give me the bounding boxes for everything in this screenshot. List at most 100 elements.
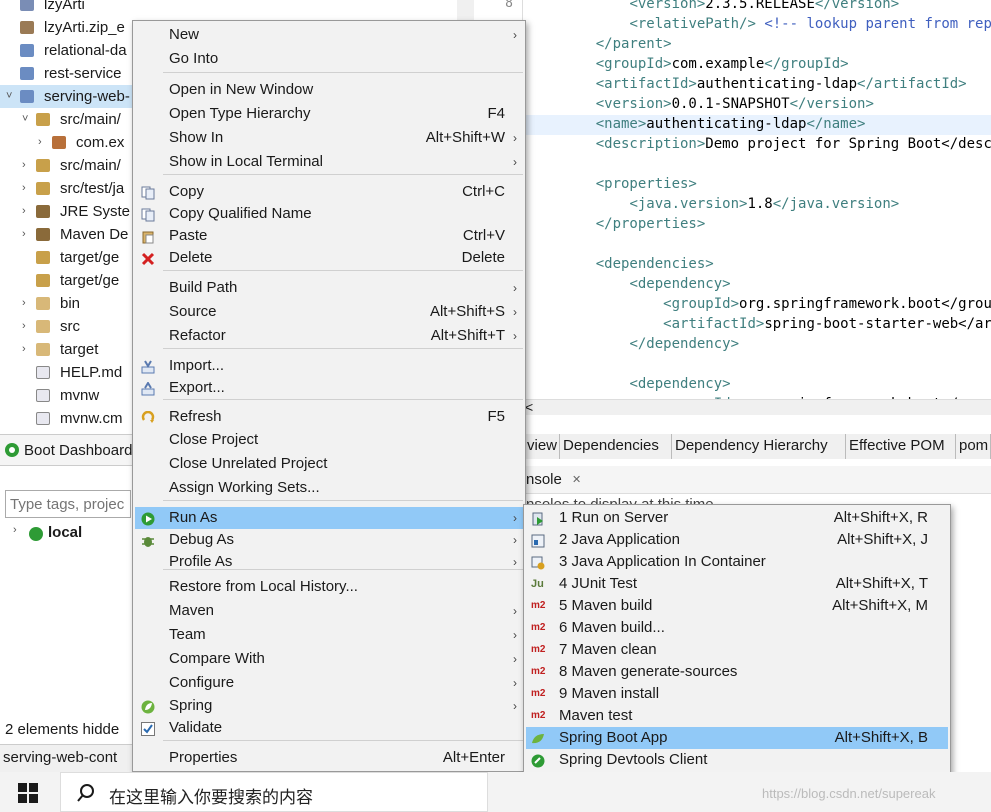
menu-item-close-project[interactable]: Close Project: [135, 429, 523, 451]
menu-item-close-unrelated-project[interactable]: Close Unrelated Project: [135, 453, 523, 475]
chevron-right-icon[interactable]: ›: [22, 223, 32, 246]
menu-item-label: Close Unrelated Project: [169, 455, 328, 472]
code-line[interactable]: <groupId>org.springframework.boot</group: [562, 294, 991, 314]
menu-item-delete[interactable]: Delete Delete: [135, 247, 523, 269]
tab-pom-xml[interactable]: pom: [956, 434, 991, 459]
submenu-item-shortcut: Alt+Shift+X, T: [835, 575, 928, 592]
code-line[interactable]: <java.version>1.8</java.version>: [562, 194, 899, 214]
submenu-item-9-maven-install[interactable]: m2 9 Maven install: [526, 683, 948, 705]
submenu-item-7-maven-clean[interactable]: m2 7 Maven clean: [526, 639, 948, 661]
editor-hscrollbar[interactable]: <: [495, 399, 991, 415]
tab-effective-pom[interactable]: Effective POM: [846, 434, 956, 459]
local-target-label[interactable]: local: [48, 524, 82, 541]
code-line[interactable]: </dependency>: [562, 334, 739, 354]
menu-item-copy-qualified-name[interactable]: Copy Qualified Name: [135, 203, 523, 225]
menu-item-refactor[interactable]: Refactor Alt+Shift+T ›: [135, 325, 523, 347]
menu-item-profile-as[interactable]: Profile As ›: [135, 551, 523, 573]
submenu-item-label: 3 Java Application In Container: [559, 553, 766, 570]
code-line[interactable]: </parent>: [562, 34, 672, 54]
menu-item-go-into[interactable]: Go Into: [135, 48, 523, 70]
tags-filter-input[interactable]: [5, 490, 131, 518]
code-line[interactable]: <groupId>com.example</groupId>: [562, 54, 849, 74]
code-line[interactable]: <description>Demo project for Spring Boo…: [562, 134, 991, 154]
menu-item-label: Debug As: [169, 531, 235, 548]
taskbar-search-box[interactable]: 在这里输入你要搜索的内容: [60, 772, 488, 812]
menu-item-run-as[interactable]: Run As ›: [135, 507, 523, 529]
code-line[interactable]: <artifactId>authenticating-ldap</artifac…: [562, 74, 967, 94]
menu-item-import[interactable]: Import...: [135, 355, 523, 377]
menu-item-new[interactable]: New ›: [135, 24, 523, 46]
submenu-item-spring-devtools-client[interactable]: Spring Devtools Client: [526, 749, 948, 771]
menu-item-maven[interactable]: Maven ›: [135, 600, 523, 622]
menu-item-paste[interactable]: Paste Ctrl+V: [135, 225, 523, 247]
chevron-right-icon[interactable]: ›: [22, 154, 32, 177]
menu-item-team[interactable]: Team ›: [135, 624, 523, 646]
submenu-item-2-java-application[interactable]: 2 Java Application Alt+Shift+X, J: [526, 529, 948, 551]
code-line[interactable]: <properties>: [562, 174, 697, 194]
close-icon[interactable]: ✕: [572, 473, 581, 486]
run-icon: [141, 511, 155, 526]
scroll-left-arrow[interactable]: <: [525, 399, 533, 415]
code-line[interactable]: <name>authenticating-ldap</name>: [562, 114, 866, 134]
maven-m2-icon: m2: [531, 710, 546, 721]
code-line[interactable]: </properties>: [562, 214, 706, 234]
menu-item-open-in-new-window[interactable]: Open in New Window: [135, 79, 523, 101]
chevron-right-icon[interactable]: ›: [38, 131, 48, 154]
menu-item-spring[interactable]: Spring ›: [135, 695, 523, 717]
boot-dashboard-tab[interactable]: Boot Dashboard: [0, 434, 134, 466]
menu-item-configure[interactable]: Configure ›: [135, 672, 523, 694]
code-line[interactable]: <relativePath/> <!-- lookup parent from …: [562, 14, 991, 34]
chevron-right-icon[interactable]: ›: [22, 338, 32, 361]
submenu-item-6-maven-build[interactable]: m2 6 Maven build...: [526, 617, 948, 639]
menu-item-show-in[interactable]: Show In Alt+Shift+W ›: [135, 127, 523, 149]
maven-m2-icon: m2: [531, 600, 546, 611]
search-placeholder: 在这里输入你要搜索的内容: [109, 788, 313, 808]
submenu-item-1-run-on-server[interactable]: 1 Run on Server Alt+Shift+X, R: [526, 507, 948, 529]
menu-item-source[interactable]: Source Alt+Shift+S ›: [135, 301, 523, 323]
console-tabbar: nsole ✕: [524, 466, 991, 494]
submenu-item-4-junit-test[interactable]: Ju 4 JUnit Test Alt+Shift+X, T: [526, 573, 948, 595]
menu-item-compare-with[interactable]: Compare With ›: [135, 648, 523, 670]
code-line[interactable]: <dependency>: [562, 274, 730, 294]
code-line[interactable]: <dependencies>: [562, 254, 714, 274]
tab-dependency-hierarchy[interactable]: Dependency Hierarchy: [672, 434, 846, 459]
pom-editor[interactable]: 8 <version>2.3.5.RELEASE</version> <rela…: [495, 0, 991, 415]
tree-item[interactable]: lzyArti: [0, 0, 457, 16]
code-line[interactable]: <artifactId>spring-boot-starter-web</art: [562, 314, 991, 334]
chevron-right-icon[interactable]: ›: [22, 292, 32, 315]
submenu-item-8-maven-generate-sources[interactable]: m2 8 Maven generate-sources: [526, 661, 948, 683]
menu-item-restore-from-local-history[interactable]: Restore from Local History...: [135, 576, 523, 598]
chevron-right-icon[interactable]: ›: [13, 524, 17, 536]
submenu-item-label: 4 JUnit Test: [559, 575, 638, 592]
chevron-right-icon[interactable]: ›: [22, 315, 32, 338]
code-line[interactable]: <version>2.3.5.RELEASE</version>: [562, 0, 899, 14]
menu-item-validate[interactable]: Validate: [135, 717, 523, 739]
menu-item-assign-working-sets[interactable]: Assign Working Sets...: [135, 477, 523, 499]
submenu-item-5-maven-build[interactable]: m2 5 Maven build Alt+Shift+X, M: [526, 595, 948, 617]
submenu-item-3-java-application-in-container[interactable]: 3 Java Application In Container: [526, 551, 948, 573]
windows-start-icon[interactable]: [18, 783, 38, 803]
tab-overview[interactable]: view: [524, 434, 560, 459]
submenu-item-maven-test[interactable]: m2 Maven test: [526, 705, 948, 727]
menu-item-debug-as[interactable]: Debug As ›: [135, 529, 523, 551]
menu-item-refresh[interactable]: Refresh F5: [135, 406, 523, 428]
menu-item-build-path[interactable]: Build Path ›: [135, 277, 523, 299]
boot-dashboard-panel: › local: [0, 466, 134, 716]
menu-item-copy[interactable]: Copy Ctrl+C: [135, 181, 523, 203]
chevron-right-icon[interactable]: ›: [22, 177, 32, 200]
code-line[interactable]: <dependency>: [562, 374, 730, 394]
menu-item-label: Team: [169, 626, 206, 643]
code-line[interactable]: <version>0.0.1-SNAPSHOT</version>: [562, 94, 874, 114]
menu-item-open-type-hierarchy[interactable]: Open Type Hierarchy F4: [135, 103, 523, 125]
menu-item-show-in-local-terminal[interactable]: Show in Local Terminal ›: [135, 151, 523, 173]
submenu-item-spring-boot-app[interactable]: Spring Boot App Alt+Shift+X, B: [526, 727, 948, 749]
chevron-down-icon[interactable]: ˅: [22, 108, 32, 131]
chevron-right-icon[interactable]: ›: [22, 200, 32, 223]
console-tab-label[interactable]: nsole: [526, 471, 562, 488]
menu-item-export[interactable]: Export...: [135, 377, 523, 399]
chevron-down-icon[interactable]: ˅: [6, 85, 16, 108]
tab-dependencies[interactable]: Dependencies: [560, 434, 672, 459]
menu-item-properties[interactable]: Properties Alt+Enter: [135, 747, 523, 769]
submenu-item-label: Maven test: [559, 707, 633, 724]
tree-item-label: src/main/: [60, 157, 121, 174]
